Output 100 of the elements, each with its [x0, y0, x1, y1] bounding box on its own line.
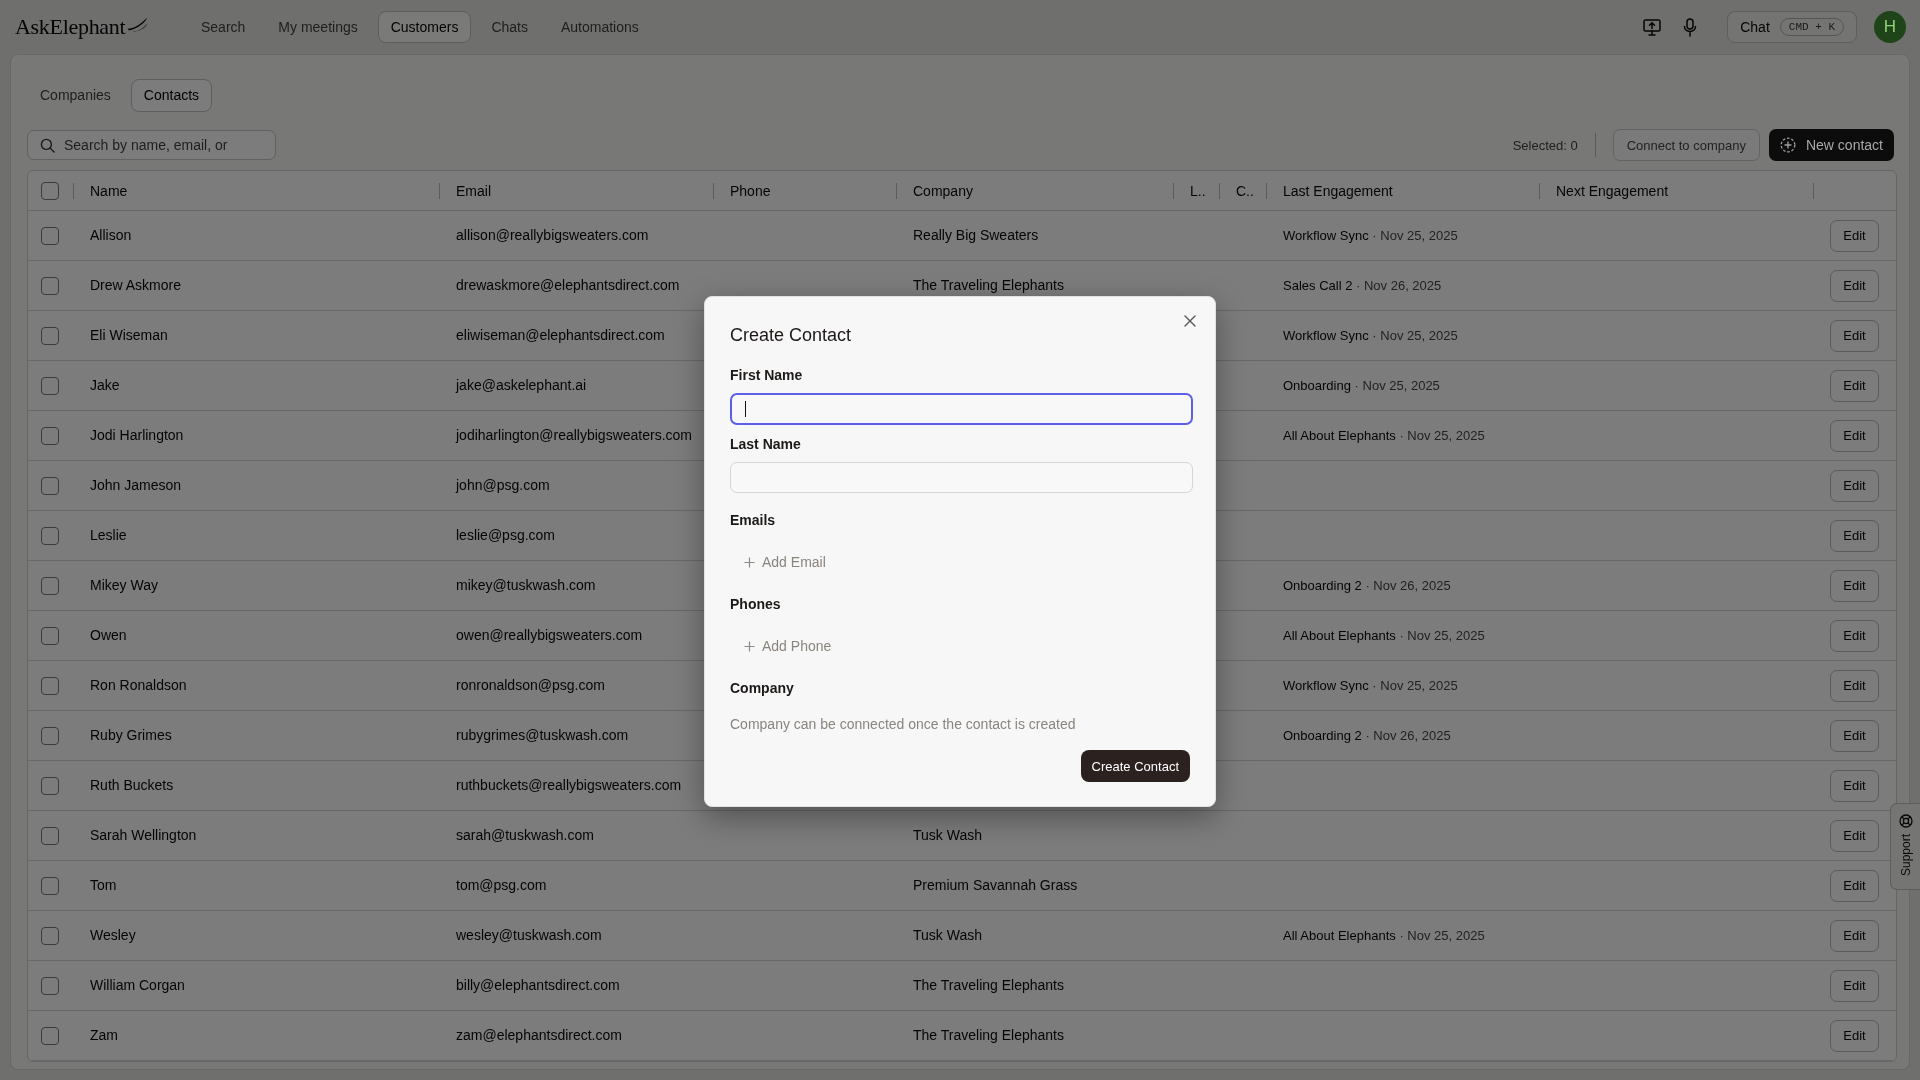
name-cell: Leslie: [90, 527, 127, 544]
column-header[interactable]: Email: [456, 182, 491, 199]
edit-button[interactable]: Edit: [1830, 319, 1879, 352]
edit-button[interactable]: Edit: [1830, 919, 1879, 952]
row-checkbox[interactable]: [41, 976, 59, 995]
company-cell: Tusk Wash: [913, 927, 982, 944]
email-cell: billy@elephantsdirect.com: [456, 977, 620, 994]
add-email-button[interactable]: Add Email: [730, 547, 840, 577]
selected-count: Selected: 0: [1512, 137, 1578, 153]
email-cell: leslie@psg.com: [456, 527, 556, 544]
row-checkbox[interactable]: [41, 726, 59, 745]
nav-tab[interactable]: Search: [188, 11, 259, 43]
nav-tab[interactable]: Automations: [548, 11, 652, 43]
row-checkbox[interactable]: [41, 476, 59, 495]
email-cell: allison@reallybigsweaters.com: [456, 227, 649, 244]
name-cell: Tom: [90, 877, 117, 894]
last-engagement-cell: Sales Call 2 · Nov 26, 2025: [1283, 277, 1442, 294]
user-avatar[interactable]: H: [1874, 11, 1906, 43]
row-checkbox[interactable]: [41, 876, 59, 895]
row-checkbox[interactable]: [41, 326, 59, 345]
edit-button[interactable]: Edit: [1830, 569, 1879, 602]
section-label: Company: [730, 679, 794, 697]
edit-button[interactable]: Edit: [1830, 219, 1879, 252]
row-checkbox[interactable]: [41, 426, 59, 445]
email-cell: john@psg.com: [456, 477, 550, 494]
section-label: Emails: [730, 511, 776, 529]
column-header[interactable]: Name: [90, 182, 128, 199]
dialog-title: Create Contact: [730, 324, 852, 347]
view-tab[interactable]: Contacts: [130, 79, 213, 112]
edit-button[interactable]: Edit: [1830, 669, 1879, 702]
email-cell: eliwiseman@elephantsdirect.com: [456, 327, 665, 344]
row-checkbox[interactable]: [41, 776, 59, 795]
row-checkbox[interactable]: [41, 276, 59, 295]
name-cell: Eli Wiseman: [90, 327, 168, 344]
edit-button[interactable]: Edit: [1830, 869, 1879, 902]
name-cell: Allison: [90, 227, 132, 244]
last-engagement-cell: All About Elephants · Nov 25, 2025: [1283, 627, 1485, 644]
row-checkbox[interactable]: [41, 376, 59, 395]
edit-button[interactable]: Edit: [1830, 1019, 1879, 1052]
plus-icon: [744, 556, 755, 568]
column-header[interactable]: C..: [1236, 182, 1254, 199]
edit-button[interactable]: Edit: [1830, 719, 1879, 752]
edit-button[interactable]: Edit: [1830, 269, 1879, 302]
nav-tab[interactable]: Chats: [478, 11, 541, 43]
email-cell: ruthbuckets@reallybigsweaters.com: [456, 777, 682, 794]
name-cell: Drew Askmore: [90, 277, 182, 294]
email-cell: rubygrimes@tuskwash.com: [456, 727, 629, 744]
company-cell: Premium Savannah Grass: [913, 877, 1078, 894]
row-checkbox[interactable]: [41, 1026, 59, 1045]
name-cell: Jodi Harlington: [90, 427, 184, 444]
column-header[interactable]: Company: [913, 182, 973, 199]
row-checkbox[interactable]: [41, 526, 59, 545]
row-checkbox[interactable]: [41, 226, 59, 245]
screen-share-icon[interactable]: [1643, 18, 1662, 36]
edit-button[interactable]: Edit: [1830, 969, 1879, 1002]
microphone-icon[interactable]: [1683, 17, 1698, 37]
row-checkbox[interactable]: [41, 826, 59, 845]
company-cell: The Traveling Elephants: [913, 977, 1064, 994]
company-cell: The Traveling Elephants: [913, 277, 1064, 294]
name-cell: Ron Ronaldson: [90, 677, 187, 694]
row-checkbox[interactable]: [41, 926, 59, 945]
column-header[interactable]: Next Engagement: [1556, 182, 1669, 199]
column-header[interactable]: Last Engagement: [1283, 182, 1393, 199]
create-contact-button[interactable]: Create Contact: [1080, 750, 1190, 782]
company-hint: Company can be connected once the contact is created: [730, 715, 1076, 733]
nav-tab[interactable]: My meetings: [265, 11, 371, 43]
edit-button[interactable]: Edit: [1830, 769, 1879, 802]
nav-tab[interactable]: Customers: [377, 11, 472, 43]
edit-button[interactable]: Edit: [1830, 469, 1879, 502]
chat-button[interactable]: Chat CMD + K: [1727, 11, 1857, 43]
new-contact-button[interactable]: New contact: [1768, 129, 1894, 161]
edit-button[interactable]: Edit: [1830, 819, 1879, 852]
view-tab[interactable]: Companies: [27, 79, 124, 112]
last-engagement-cell: Onboarding 2 · Nov 26, 2025: [1283, 727, 1451, 744]
plus-circle-icon: [1779, 137, 1796, 153]
edit-button[interactable]: Edit: [1830, 369, 1879, 402]
email-cell: mikey@tuskwash.com: [456, 577, 596, 594]
last-engagement-cell: Onboarding 2 · Nov 26, 2025: [1283, 577, 1451, 594]
edit-button[interactable]: Edit: [1830, 619, 1879, 652]
column-header[interactable]: L..: [1190, 182, 1206, 199]
name-cell: Ruth Buckets: [90, 777, 174, 794]
select-all-checkbox[interactable]: [41, 181, 59, 200]
edit-button[interactable]: Edit: [1830, 419, 1879, 452]
last-engagement-cell: Workflow Sync · Nov 25, 2025: [1283, 327, 1458, 344]
row-checkbox[interactable]: [41, 626, 59, 645]
name-cell: Ruby Grimes: [90, 727, 172, 744]
section-label: Phones: [730, 595, 781, 613]
edit-button[interactable]: Edit: [1830, 519, 1879, 552]
row-checkbox[interactable]: [41, 676, 59, 695]
last-name-field[interactable]: [730, 462, 1193, 493]
row-checkbox[interactable]: [41, 576, 59, 595]
email-cell: drewaskmore@elephantsdirect.com: [456, 277, 680, 294]
name-cell: Owen: [90, 627, 127, 644]
first-name-field[interactable]: [730, 393, 1193, 425]
brand-name[interactable]: AskElephant: [15, 14, 126, 40]
support-tab[interactable]: Support: [1890, 803, 1920, 890]
column-header[interactable]: Phone: [730, 182, 771, 199]
add-phone-button[interactable]: Add Phone: [730, 631, 846, 661]
search-field[interactable]: Search by name, email, or: [27, 130, 276, 160]
close-icon[interactable]: [1184, 315, 1196, 327]
